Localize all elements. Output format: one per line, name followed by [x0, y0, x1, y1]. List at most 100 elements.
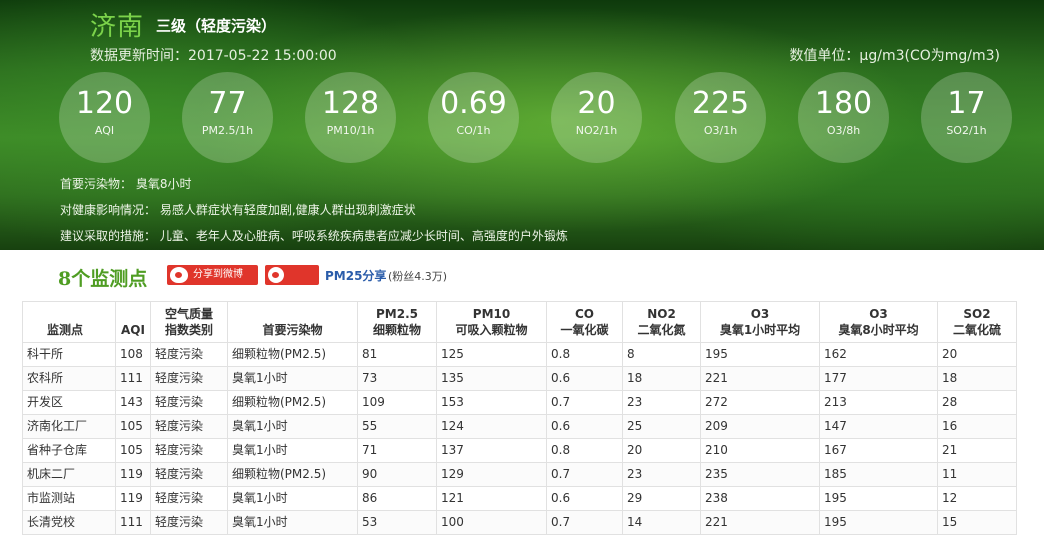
- table-cell: 轻度污染: [150, 366, 228, 391]
- table-cell: 238: [700, 486, 820, 511]
- metric-label: PM10/1h: [326, 124, 375, 137]
- table-cell: 0.7: [546, 510, 623, 535]
- table-row: 市监测站 119 轻度污染 臭氧1小时 86 121 0.6 29 238 195 12: [22, 486, 1017, 511]
- table-cell: 14: [622, 510, 701, 535]
- table-cell: 111: [115, 366, 151, 391]
- table-cell: 25: [622, 414, 701, 439]
- table-cell: 23: [622, 390, 701, 415]
- table-cell: 18: [622, 366, 701, 391]
- column-header-line2: 指数类别: [164, 323, 213, 337]
- column-header-line1: O3: [750, 307, 770, 321]
- column-header: SO2 二氧化硫: [937, 301, 1017, 343]
- table-cell: 20: [937, 342, 1017, 367]
- air-quality-header: 济南 三级（轻度污染） 数据更新时间：2017-05-22 15:00:00 数…: [0, 0, 1044, 250]
- table-row: 长清党校 111 轻度污染 臭氧1小时 53 100 0.7 14 221 195 15: [22, 510, 1017, 535]
- column-header-line2: 监测点: [47, 323, 84, 337]
- metric-label: SO2/1h: [946, 124, 987, 137]
- table-cell: 轻度污染: [150, 438, 228, 463]
- table-cell: 轻度污染: [150, 414, 228, 439]
- table-cell: 100: [436, 510, 547, 535]
- table-row: 省种子仓库 105 轻度污染 臭氧1小时 71 137 0.8 20 210 167 21: [22, 438, 1017, 463]
- table-cell: 195: [819, 510, 938, 535]
- metric-value: 120: [75, 86, 134, 121]
- follow-weibo-button[interactable]: [265, 265, 319, 285]
- table-cell: 0.7: [546, 390, 623, 415]
- metric-co: 0.69 CO/1h: [428, 72, 519, 163]
- share-weibo-label: 分享到微博: [193, 269, 243, 280]
- table-cell: 18: [937, 366, 1017, 391]
- table-cell: 开发区: [22, 390, 116, 415]
- pollution-level: 三级（轻度污染）: [156, 17, 277, 35]
- column-header-line1: 空气质量: [164, 307, 213, 321]
- table-cell: 0.7: [546, 462, 623, 487]
- column-header-line1: PM10: [472, 307, 511, 321]
- column-header: 首要污染物: [227, 301, 358, 343]
- share-weibo-button[interactable]: 分享到微博: [167, 265, 258, 285]
- metric-pm10: 128 PM10/1h: [305, 72, 396, 163]
- table-cell: 105: [115, 414, 151, 439]
- table-cell: 长清党校: [22, 510, 116, 535]
- table-cell: 机床二厂: [22, 462, 116, 487]
- pm25-share-link[interactable]: PM25分享: [325, 267, 386, 284]
- table-cell: 162: [819, 342, 938, 367]
- table-cell: 108: [115, 342, 151, 367]
- table-cell: 12: [937, 486, 1017, 511]
- stations-bar: 8个监测点 分享到微博 PM25分享 (粉丝4.3万): [0, 250, 1044, 298]
- column-header: 空气质量 指数类别: [150, 301, 228, 343]
- table-cell: 90: [357, 462, 437, 487]
- column-header: O3 臭氧1小时平均: [700, 301, 820, 343]
- table-cell: 209: [700, 414, 820, 439]
- table-cell: 111: [115, 510, 151, 535]
- table-cell: 53: [357, 510, 437, 535]
- table-cell: 119: [115, 486, 151, 511]
- table-cell: 农科所: [22, 366, 116, 391]
- metric-label: O3/8h: [826, 124, 861, 137]
- table-cell: 0.6: [546, 486, 623, 511]
- table-cell: 28: [937, 390, 1017, 415]
- table-cell: 221: [700, 366, 820, 391]
- table-cell: 0.6: [546, 414, 623, 439]
- stations-table: 监测点 AQI 空气质量指数类别 首要污染物 PM2.5 细颗粒物 PM10 可吸入颗粒物…: [22, 301, 1017, 535]
- table-cell: 213: [819, 390, 938, 415]
- table-cell: 臭氧1小时: [227, 414, 358, 439]
- city-name: 济南: [90, 12, 145, 42]
- table-cell: 省种子仓库: [22, 438, 116, 463]
- advice: 建议采取的措施： 儿童、老年人及心脏病、呼吸系统疾病患者应减少长时间、高强度的户…: [60, 229, 568, 243]
- table-cell: 55: [357, 414, 437, 439]
- table-cell: 124: [436, 414, 547, 439]
- table-cell: 105: [115, 438, 151, 463]
- column-header-line2: 细颗粒物: [372, 323, 421, 337]
- table-cell: 81: [357, 342, 437, 367]
- column-header-line1: [118, 306, 148, 322]
- table-cell: 235: [700, 462, 820, 487]
- table-cell: 272: [700, 390, 820, 415]
- column-header-line2: 二氧化硫: [952, 323, 1001, 337]
- table-row: 科干所 108 轻度污染 细颗粒物(PM2.5) 81 125 0.8 8 195 162 20: [22, 342, 1017, 367]
- metric-circles: 120 AQI 77 PM2.5/1h 128 PM10/1h 0.69 CO/…: [59, 72, 1019, 164]
- table-cell: 221: [700, 510, 820, 535]
- column-header-line2: AQI: [121, 323, 145, 337]
- table-cell: 29: [622, 486, 701, 511]
- table-cell: 20: [622, 438, 701, 463]
- table-cell: 147: [819, 414, 938, 439]
- table-cell: 细颗粒物(PM2.5): [227, 390, 358, 415]
- table-cell: 119: [115, 462, 151, 487]
- weibo-icon: [268, 267, 284, 283]
- table-cell: 177: [819, 366, 938, 391]
- table-cell: 109: [357, 390, 437, 415]
- table-cell: 臭氧1小时: [227, 486, 358, 511]
- fans-count: (粉丝4.3万): [388, 270, 448, 283]
- column-header: CO 一氧化碳: [546, 301, 623, 343]
- metric-so2: 17 SO2/1h: [921, 72, 1012, 163]
- table-cell: 轻度污染: [150, 486, 228, 511]
- table-cell: 73: [357, 366, 437, 391]
- metric-label: O3/1h: [703, 124, 738, 137]
- column-header-line1: NO2: [647, 307, 676, 321]
- metric-pm25: 77 PM2.5/1h: [182, 72, 273, 163]
- metric-value: 128: [321, 86, 380, 121]
- table-cell: 23: [622, 462, 701, 487]
- column-header: PM10 可吸入颗粒物: [436, 301, 547, 343]
- metric-o3-8h: 180 O3/8h: [798, 72, 889, 163]
- column-header: PM2.5 细颗粒物: [357, 301, 437, 343]
- table-cell: 轻度污染: [150, 342, 228, 367]
